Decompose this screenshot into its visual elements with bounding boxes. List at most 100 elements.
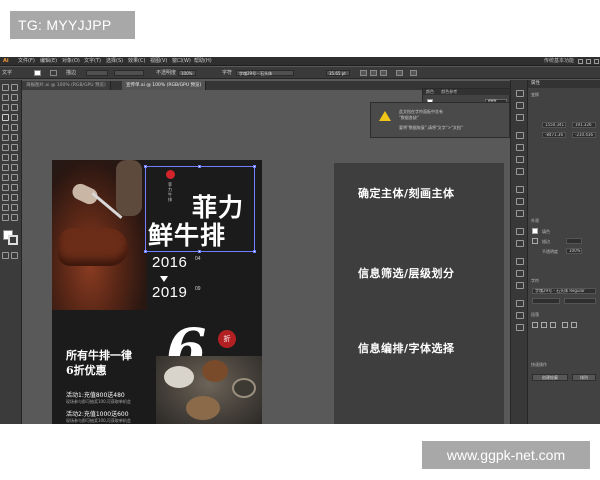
selection-handle[interactable] — [253, 165, 256, 168]
tab-color-guide[interactable]: 颜色参考 — [441, 89, 457, 94]
align-left-icon[interactable] — [360, 70, 367, 76]
maximize-icon[interactable] — [586, 59, 591, 64]
arrange-button[interactable]: 排列 — [572, 374, 596, 381]
paintbrush-tool-icon[interactable] — [11, 124, 18, 131]
transform-panel-icon[interactable] — [516, 324, 524, 331]
notes-artboard[interactable]: 确定主体/刻画主体 信息筛选/层级划分 信息编排/字体选择 — [334, 163, 504, 424]
eyedropper-tool-icon[interactable] — [2, 184, 9, 191]
font-size-field[interactable]: 35.65 pt — [326, 70, 350, 76]
align-center-icon[interactable] — [370, 70, 377, 76]
menu-help[interactable]: 帮助(H) — [194, 57, 212, 66]
stroke-swatch[interactable] — [50, 70, 57, 76]
mesh-tool-icon[interactable] — [2, 174, 9, 181]
para-justify-all-icon[interactable] — [571, 322, 577, 328]
appearance-stroke-swatch[interactable] — [532, 238, 538, 244]
brushes-panel-icon[interactable] — [516, 156, 524, 163]
align-right-icon[interactable] — [380, 70, 387, 76]
align-panel-icon[interactable] — [516, 300, 524, 307]
line-tool-icon[interactable] — [11, 114, 18, 121]
tab-document-2[interactable]: 宣传单.ai @ 100% (RGB/GPU 预览) — [122, 81, 207, 90]
type-tool-icon[interactable] — [2, 114, 9, 121]
x-field[interactable]: 1550.341 — [542, 122, 566, 128]
scale-tool-icon[interactable] — [11, 144, 18, 151]
direct-selection-tool-icon[interactable] — [11, 84, 18, 91]
symbol-sprayer-tool-icon[interactable] — [2, 194, 9, 201]
blend-tool-icon[interactable] — [11, 184, 18, 191]
appearance-fill-swatch[interactable] — [532, 228, 538, 234]
selection-handle[interactable] — [144, 250, 147, 253]
gradient-tool-icon[interactable] — [11, 174, 18, 181]
curvature-tool-icon[interactable] — [11, 104, 18, 111]
hand-tool-icon[interactable] — [2, 214, 9, 221]
opentype-panel-icon[interactable] — [516, 282, 524, 289]
character-panel-icon[interactable] — [516, 258, 524, 265]
transparency-panel-icon[interactable] — [516, 210, 524, 217]
eraser-tool-icon[interactable] — [11, 134, 18, 141]
h-field[interactable]: -210.436 — [572, 132, 596, 138]
gradient-panel-icon[interactable] — [516, 198, 524, 205]
appearance-stroke-field[interactable] — [566, 238, 582, 244]
transform-icon[interactable] — [396, 70, 403, 76]
properties-leading[interactable] — [564, 298, 596, 304]
menu-window[interactable]: 窗口(W) — [172, 57, 191, 66]
graphic-styles-panel-icon[interactable] — [516, 240, 524, 247]
selection-handle[interactable] — [253, 250, 256, 253]
draw-mode-icon[interactable] — [2, 252, 9, 259]
selection-tool-icon[interactable] — [2, 84, 9, 91]
zoom-tool-icon[interactable] — [11, 214, 18, 221]
width-tool-icon[interactable] — [2, 154, 9, 161]
screen-mode-icon[interactable] — [11, 252, 18, 259]
minimize-icon[interactable] — [578, 59, 583, 64]
magic-wand-tool-icon[interactable] — [2, 94, 9, 101]
symbols-panel-icon[interactable] — [516, 168, 524, 175]
rectangle-tool-icon[interactable] — [2, 124, 9, 131]
stroke-weight-field[interactable] — [86, 70, 108, 76]
graph-tool-icon[interactable] — [11, 194, 18, 201]
menu-view[interactable]: 视图(V) — [150, 57, 167, 66]
para-align-left-icon[interactable] — [532, 322, 538, 328]
lasso-tool-icon[interactable] — [11, 94, 18, 101]
y-field[interactable]: 191.326 — [572, 122, 596, 128]
perspective-tool-icon[interactable] — [11, 164, 18, 171]
shape-builder-tool-icon[interactable] — [2, 164, 9, 171]
close-icon[interactable] — [594, 59, 599, 64]
pencil-tool-icon[interactable] — [2, 134, 9, 141]
distribute-icon[interactable] — [410, 70, 417, 76]
properties-font-size[interactable] — [532, 298, 560, 304]
para-justify-icon[interactable] — [562, 322, 568, 328]
swatches-panel-icon[interactable] — [516, 144, 524, 151]
menu-type[interactable]: 文字(T) — [84, 57, 101, 66]
w-field[interactable]: -8471.36 — [542, 132, 566, 138]
tab-document-1[interactable]: 海报图片.ai @ 100% (RGB/GPU 预览) — [22, 81, 111, 90]
properties-panel-icon[interactable] — [516, 90, 524, 97]
selection-handle[interactable] — [144, 165, 147, 168]
stroke-panel-icon[interactable] — [516, 186, 524, 193]
pathfinder-panel-icon[interactable] — [516, 312, 524, 319]
stroke-style-dropdown[interactable] — [114, 70, 144, 76]
poster-artboard[interactable]: 菲力牛排 菲力 鲜牛排 2016 04 2019 09 6 折 所有牛排一律 6… — [52, 160, 262, 424]
para-align-right-icon[interactable] — [550, 322, 556, 328]
selection-handle[interactable] — [198, 165, 201, 168]
free-transform-tool-icon[interactable] — [11, 154, 18, 161]
workspace-switcher[interactable]: 传统基本功能 — [544, 57, 574, 66]
appearance-panel-icon[interactable] — [516, 228, 524, 235]
menu-edit[interactable]: 编辑(E) — [40, 57, 57, 66]
stroke-color-swatch[interactable] — [8, 235, 18, 245]
libraries-panel-icon[interactable] — [516, 114, 524, 121]
tab-color[interactable]: 颜色 — [426, 89, 434, 94]
menu-select[interactable]: 选择(S) — [106, 57, 123, 66]
fill-swatch[interactable] — [34, 70, 41, 76]
slice-tool-icon[interactable] — [11, 204, 18, 211]
create-outlines-button[interactable]: 创建轮廓 — [532, 374, 568, 381]
opacity-field[interactable]: 100% — [178, 70, 196, 76]
para-align-center-icon[interactable] — [541, 322, 547, 328]
menu-effect[interactable]: 效果(C) — [128, 57, 145, 66]
font-family-dropdown[interactable]: 字魂29号 - 石头体 — [236, 70, 294, 76]
paragraph-panel-icon[interactable] — [516, 270, 524, 277]
rotate-tool-icon[interactable] — [2, 144, 9, 151]
appearance-opacity-field[interactable]: 100% — [566, 248, 582, 254]
color-panel-icon[interactable] — [516, 132, 524, 139]
artboard-tool-icon[interactable] — [2, 204, 9, 211]
properties-font-dropdown[interactable]: 字魂29号 - 石头体 Regular — [532, 288, 596, 294]
menu-object[interactable]: 对象(O) — [62, 57, 80, 66]
